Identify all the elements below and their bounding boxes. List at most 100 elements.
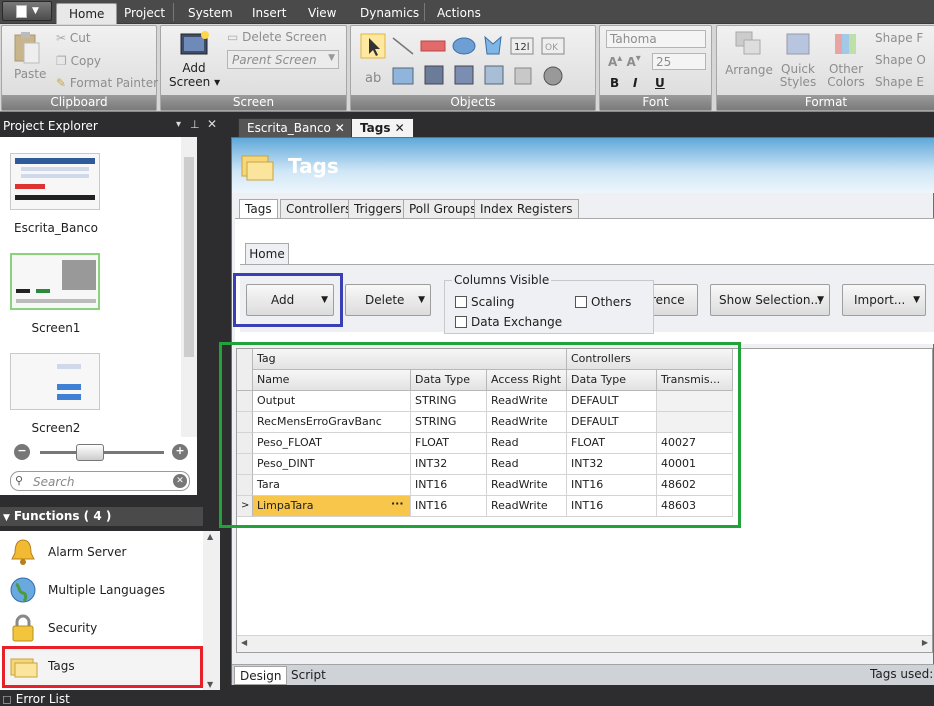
svg-text:OK: OK xyxy=(545,43,559,53)
copy-label: Copy xyxy=(70,54,102,68)
format-painter-button[interactable]: ✎ Format Painter xyxy=(56,76,158,90)
quick-styles-label-2: Styles xyxy=(779,75,817,89)
screen-thumb-screen2[interactable] xyxy=(10,353,100,410)
search-input[interactable]: ⚲ Search ✕ xyxy=(10,471,190,491)
copy-icon: ❐ xyxy=(56,54,67,68)
show-selection-button[interactable]: Show Selection... ▼ xyxy=(710,284,830,316)
horizontal-scrollbar[interactable]: ◀ ▶ xyxy=(237,635,932,652)
add-screen-button[interactable]: Add Screen ▾ xyxy=(169,30,220,89)
bold-button[interactable]: B xyxy=(610,76,619,90)
chevron-down-icon: ▼ xyxy=(817,295,824,305)
ribbon: Paste ✂ Cut ❐ Copy ✎ Format Painter Clip… xyxy=(0,24,934,112)
font-family-select[interactable]: Tahoma xyxy=(606,30,706,48)
error-list-tab[interactable]: ◻ Error List xyxy=(2,692,70,706)
tab-poll-groups[interactable]: Poll Groups xyxy=(403,199,483,219)
screen-thumbnails: Escrita_Banco Screen1 Screen2 xyxy=(0,137,197,437)
screen-group: Add Screen ▾ ▭ Delete Screen Parent Scre… xyxy=(160,25,347,111)
doc-tab-label: Escrita_Banco xyxy=(247,121,331,135)
reference-label: rence xyxy=(651,293,685,307)
zoom-slider-thumb[interactable] xyxy=(76,444,104,461)
screen-thumb-screen1[interactable] xyxy=(10,253,100,310)
script-tab[interactable]: Script xyxy=(288,666,329,685)
application-menu-button[interactable]: ▼ xyxy=(2,1,52,21)
import-button[interactable]: Import... ▼ xyxy=(842,284,926,316)
clipboard-group: Paste ✂ Cut ❐ Copy ✎ Format Painter Clip… xyxy=(1,25,158,111)
paintbrush-icon: ✎ xyxy=(56,76,67,90)
arrange-label: Arrange xyxy=(725,63,773,77)
dropdown-icon[interactable]: ▾ xyxy=(176,119,181,130)
other-colors-button[interactable]: Other Colors xyxy=(823,30,869,89)
svg-text:ab: ab xyxy=(365,71,381,86)
import-label: Import... xyxy=(854,293,906,307)
zoom-out-icon[interactable]: − xyxy=(14,444,30,460)
doc-tab-tags[interactable]: Tags ✕ xyxy=(351,118,414,137)
design-tab[interactable]: Design xyxy=(234,666,288,685)
tab-controllers[interactable]: Controllers xyxy=(280,199,358,219)
function-item-alarm-server[interactable]: Alarm Server xyxy=(6,535,201,571)
format-group-label: Format xyxy=(717,95,934,110)
quick-styles-button[interactable]: Quick Styles xyxy=(777,30,819,89)
tab-index-registers[interactable]: Index Registers xyxy=(474,199,579,219)
scrollbar[interactable] xyxy=(181,137,197,437)
close-icon[interactable]: ✕ xyxy=(335,121,345,135)
function-label: Security xyxy=(48,621,98,635)
close-icon[interactable]: ✕ xyxy=(207,117,217,131)
search-placeholder: Search xyxy=(33,475,75,489)
other-colors-icon xyxy=(835,34,856,54)
search-icon: ⚲ xyxy=(15,474,24,487)
data-exchange-checkbox[interactable]: Data Exchange xyxy=(455,315,562,329)
shape-effects-button[interactable]: Shape E xyxy=(875,75,924,89)
tab-triggers[interactable]: Triggers xyxy=(348,199,408,219)
function-item-multiple-languages[interactable]: Multiple Languages xyxy=(6,573,201,609)
grow-font-button[interactable]: A▴ A▾ xyxy=(608,53,641,69)
functions-scrollbar[interactable]: ▲ ▼ xyxy=(203,531,220,690)
delete-screen-icon: ▭ xyxy=(227,30,239,44)
doc-tab-label: Tags xyxy=(360,121,391,135)
scaling-label: Scaling xyxy=(471,295,515,309)
scaling-checkbox[interactable]: Scaling xyxy=(455,295,514,309)
shape-fill-button[interactable]: Shape F xyxy=(875,31,923,45)
globe-icon xyxy=(10,577,36,603)
menu-tab-actions[interactable]: Actions xyxy=(425,3,493,24)
menu-tab-project[interactable]: Project xyxy=(112,3,177,24)
delete-screen-button[interactable]: ▭ Delete Screen xyxy=(227,30,327,44)
menu-tab-view[interactable]: View xyxy=(296,3,348,24)
paste-button[interactable]: Paste xyxy=(12,31,46,81)
italic-button[interactable]: I xyxy=(633,76,637,90)
objects-group: 12l OK ab Objects xyxy=(350,25,596,111)
tab-tags[interactable]: Tags xyxy=(239,199,278,219)
arrange-button[interactable]: Arrange xyxy=(725,30,773,77)
shape-outline-button[interactable]: Shape O xyxy=(875,53,926,67)
underline-button[interactable]: U xyxy=(655,76,665,90)
add-highlight-box xyxy=(233,273,343,327)
checkbox-icon xyxy=(455,316,467,328)
paste-icon xyxy=(14,32,40,64)
pin-icon[interactable]: ⊥ xyxy=(190,118,200,131)
others-checkbox[interactable]: Others xyxy=(575,295,631,309)
copy-button[interactable]: ❐ Copy xyxy=(56,54,101,68)
clear-search-icon[interactable]: ✕ xyxy=(173,474,187,488)
font-size-select[interactable]: 25 xyxy=(652,53,706,70)
add-screen-label-1: Add xyxy=(182,61,206,75)
menu-tab-system[interactable]: System xyxy=(176,3,245,24)
svg-text:12l: 12l xyxy=(514,42,530,53)
delete-button[interactable]: Delete ▼ xyxy=(345,284,431,316)
menu-tab-home[interactable]: Home xyxy=(56,3,118,24)
parent-screen-select[interactable]: Parent Screen ▼ xyxy=(227,50,339,69)
menu-tab-dynamics[interactable]: Dynamics xyxy=(348,3,431,24)
other-colors-label-2: Colors xyxy=(827,75,865,89)
menu-tab-insert[interactable]: Insert xyxy=(240,3,298,24)
function-label: Alarm Server xyxy=(48,545,127,559)
tab-home[interactable]: Home xyxy=(245,243,289,265)
objects-toolbox[interactable]: 12l OK ab xyxy=(359,32,587,92)
grid-highlight-box xyxy=(219,342,741,528)
chevron-down-icon: ▼ xyxy=(913,295,920,305)
functions-header[interactable]: ▼ Functions ( 4 ) xyxy=(0,507,203,526)
zoom-in-icon[interactable]: + xyxy=(172,444,188,460)
doc-tab-escrita-banco[interactable]: Escrita_Banco ✕ xyxy=(238,118,354,137)
close-icon[interactable]: ✕ xyxy=(395,121,405,135)
screen-thumb-escrita-banco[interactable] xyxy=(10,153,100,210)
function-item-security[interactable]: Security xyxy=(6,611,201,647)
cut-button[interactable]: ✂ Cut xyxy=(56,31,91,45)
format-group: Arrange Quick Styles Other Colors Shape … xyxy=(716,25,934,111)
